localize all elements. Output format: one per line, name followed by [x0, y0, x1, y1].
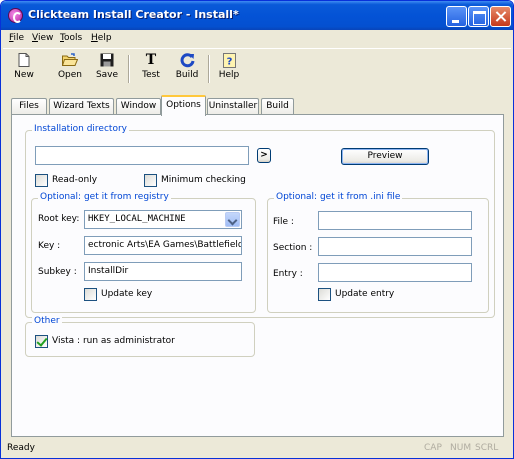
update-entry-label: Update entry — [335, 289, 395, 299]
browse-directory-button[interactable]: > — [257, 148, 271, 163]
build-button[interactable]: Build — [170, 51, 204, 87]
update-entry-checkbox[interactable] — [318, 288, 331, 301]
title-bar[interactable]: Clickteam Install Creator - Install* — [1, 1, 513, 30]
test-label: Test — [142, 70, 160, 80]
save-label: Save — [95, 70, 119, 80]
registry-subkey-input[interactable]: InstallDir — [84, 262, 242, 281]
help-question-icon: ? — [221, 53, 237, 68]
close-button[interactable] — [490, 6, 511, 27]
minimum-checking-label: Minimum checking — [161, 175, 246, 185]
chevron-down-icon[interactable] — [225, 212, 240, 227]
file-label: File : — [273, 217, 294, 227]
ini-file-input[interactable] — [318, 211, 472, 230]
cap-indicator: CAP — [424, 443, 442, 453]
toolbar: New Open Save T Test Build ? Help — [3, 48, 511, 88]
test-t-icon: T — [145, 52, 157, 68]
key-label: Key : — [38, 241, 61, 251]
vista-admin-checkbox[interactable] — [35, 335, 48, 348]
new-label: New — [14, 70, 34, 80]
menu-help[interactable]: Help — [91, 33, 112, 43]
open-folder-icon — [61, 53, 79, 68]
svg-text:?: ? — [226, 57, 232, 68]
test-button[interactable]: T Test — [134, 51, 168, 87]
minimum-checking-checkbox[interactable] — [144, 174, 157, 187]
menu-tools[interactable]: Tools — [60, 33, 82, 43]
registry-legend: Optional: get it from registry — [38, 192, 171, 202]
other-group: Other Vista : run as administrator — [25, 316, 255, 357]
registry-group: Optional: get it from registry Root key:… — [31, 192, 256, 313]
ini-file-group: Optional: get it from .ini file File : S… — [267, 192, 489, 313]
update-key-checkbox[interactable] — [84, 288, 97, 301]
help-label: Help — [218, 70, 240, 80]
subkey-label: Subkey : — [38, 267, 77, 277]
root-key-select[interactable]: HKEY_LOCAL_MACHINE — [84, 210, 242, 229]
tab-wizard-texts[interactable]: Wizard Texts — [49, 98, 114, 115]
scrl-indicator: SCRL — [475, 443, 499, 453]
open-button[interactable]: Open — [53, 51, 87, 87]
num-indicator: NUM — [450, 443, 472, 453]
status-text: Ready — [7, 443, 35, 453]
app-window: Clickteam Install Creator - Install* Fil… — [0, 0, 514, 459]
installation-directory-group: Installation directory > Preview Read-on… — [25, 124, 495, 318]
toolbar-separator — [128, 55, 130, 83]
registry-key-input[interactable]: ectronic Arts\EA Games\Battlefield 2 — [84, 236, 242, 255]
readonly-label: Read-only — [52, 175, 98, 185]
build-label: Build — [175, 70, 199, 80]
installation-directory-input[interactable] — [35, 146, 249, 165]
tab-files[interactable]: Files — [11, 98, 47, 115]
minimize-button[interactable] — [446, 6, 467, 27]
ini-file-legend: Optional: get it from .ini file — [274, 192, 403, 202]
save-button[interactable]: Save — [90, 51, 124, 87]
clickteam-app-icon — [8, 8, 23, 23]
menu-bar: File View Tools Help — [3, 30, 511, 47]
root-key-label: Root key: — [38, 214, 80, 224]
options-panel: Installation directory > Preview Read-on… — [11, 114, 504, 437]
tab-window[interactable]: Window — [116, 98, 161, 115]
floppy-disk-icon — [99, 53, 115, 68]
build-refresh-icon — [179, 53, 195, 68]
menu-view[interactable]: View — [32, 33, 53, 43]
installation-directory-legend: Installation directory — [32, 124, 129, 134]
update-key-label: Update key — [101, 289, 153, 299]
entry-label: Entry : — [273, 269, 303, 279]
open-label: Open — [57, 70, 83, 80]
readonly-checkbox[interactable] — [35, 174, 48, 187]
tab-build[interactable]: Build — [261, 98, 294, 115]
window-title: Clickteam Install Creator - Install* — [28, 8, 239, 21]
toolbar-separator — [208, 55, 210, 83]
ini-section-input[interactable] — [318, 237, 472, 256]
menu-file[interactable]: File — [9, 33, 24, 43]
tab-uninstaller[interactable]: Uninstaller — [207, 98, 259, 115]
preview-button[interactable]: Preview — [341, 148, 429, 165]
vista-admin-label: Vista : run as administrator — [52, 336, 175, 346]
maximize-button[interactable] — [468, 6, 489, 27]
ini-entry-input[interactable] — [318, 263, 472, 282]
help-button[interactable]: ? Help — [212, 51, 246, 87]
section-label: Section : — [273, 243, 313, 253]
new-document-icon — [16, 53, 32, 68]
other-legend: Other — [32, 316, 62, 326]
new-button[interactable]: New — [7, 51, 41, 87]
root-key-value: HKEY_LOCAL_MACHINE — [88, 214, 186, 224]
tab-options[interactable]: Options — [161, 95, 206, 116]
status-bar: Ready CAP NUM SCRL — [3, 438, 511, 458]
